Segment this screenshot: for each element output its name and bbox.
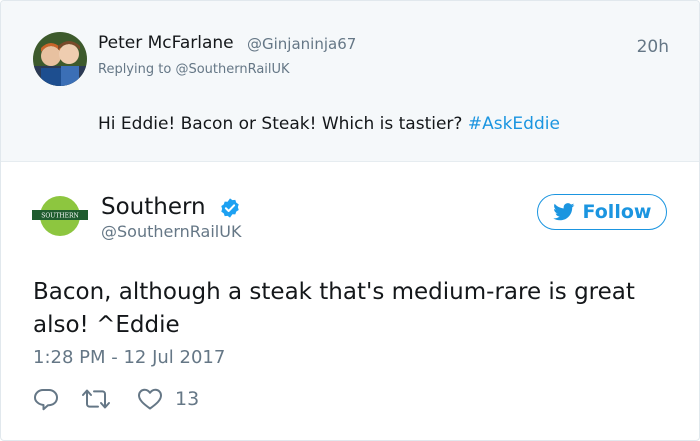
main-author-handle[interactable]: @SouthernRailUK xyxy=(101,222,241,241)
parent-tweet-body: Hi Eddie! Bacon or Steak! Which is tasti… xyxy=(98,114,468,134)
replying-to-line: Replying to @SouthernRailUK xyxy=(98,62,290,77)
parent-tweet-text: Hi Eddie! Bacon or Steak! Which is tasti… xyxy=(98,114,560,134)
main-author-name[interactable]: Southern xyxy=(101,194,206,220)
replying-to-handle-link[interactable]: @SouthernRailUK xyxy=(175,62,289,77)
like-count: 13 xyxy=(175,388,200,410)
twitter-bird-icon xyxy=(552,203,574,221)
heart-icon xyxy=(138,388,162,410)
reply-button[interactable] xyxy=(33,384,63,414)
follow-button[interactable]: Follow xyxy=(537,194,667,230)
verified-badge-icon xyxy=(219,197,241,219)
retweet-button[interactable] xyxy=(81,384,115,414)
hashtag-link[interactable]: #AskEddie xyxy=(468,114,560,134)
southern-logo-avatar[interactable]: SOUTHERN xyxy=(32,195,88,237)
main-tweet-text: Bacon, although a steak that's medium-ra… xyxy=(33,279,635,338)
parent-author-handle[interactable]: @Ginjaninja67 xyxy=(247,35,356,53)
replying-to-prefix: Replying to xyxy=(98,62,176,77)
southern-logo-text: SOUTHERN xyxy=(41,213,78,220)
parent-tweet[interactable]: Peter McFarlane @Ginjaninja67 20h Replyi… xyxy=(1,1,699,162)
parent-author-name[interactable]: Peter McFarlane xyxy=(98,33,234,53)
reply-icon xyxy=(34,389,58,411)
follow-button-label: Follow xyxy=(582,201,652,223)
parent-avatar[interactable] xyxy=(33,32,87,86)
tweet-embed: Peter McFarlane @Ginjaninja67 20h Replyi… xyxy=(0,0,700,441)
parent-tweet-time[interactable]: 20h xyxy=(637,37,669,57)
main-tweet-timestamp[interactable]: 1:28 PM - 12 Jul 2017 xyxy=(33,347,225,368)
retweet-icon xyxy=(82,389,110,409)
